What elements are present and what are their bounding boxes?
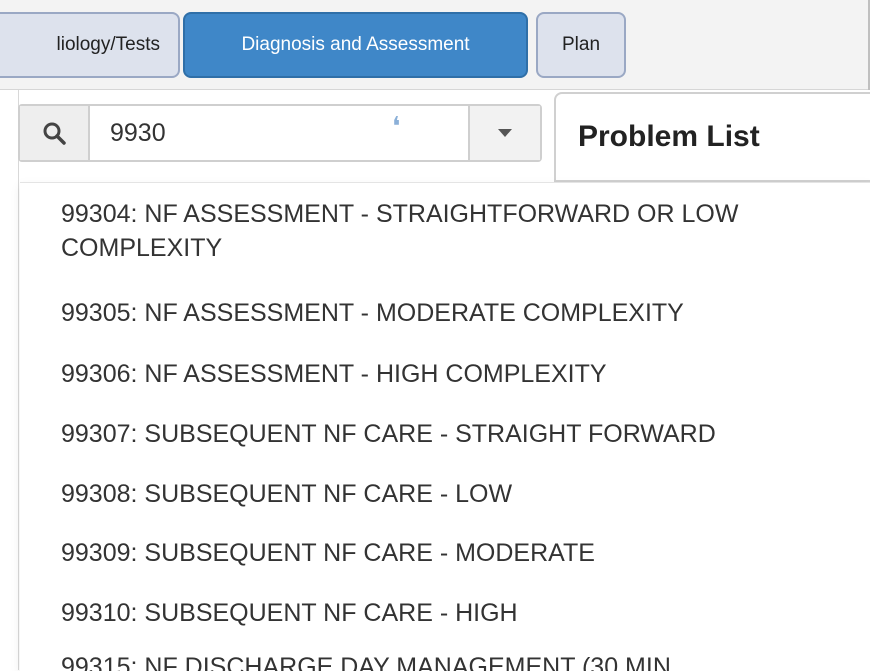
tab-diagnosis-and-assessment[interactable]: Diagnosis and Assessment [183,12,528,78]
tab-radiology-tests[interactable]: liology/Tests [0,12,180,78]
tab-bar: liology/Tests Diagnosis and Assessment P… [0,0,870,90]
tab-plan[interactable]: Plan [536,12,626,78]
result-item[interactable]: 99306: NF ASSESSMENT - HIGH COMPLEXITY [61,357,607,391]
result-item[interactable]: 99308: SUBSEQUENT NF CARE - LOW [61,477,512,511]
search-icon[interactable] [20,106,90,160]
result-item[interactable]: 99315: NF DISCHARGE DAY MANAGEMENT (30 M… [61,650,671,671]
problem-list-panel: Problem List [554,92,870,182]
result-item[interactable]: 99307: SUBSEQUENT NF CARE - STRAIGHT FOR… [61,417,716,451]
search-input[interactable] [90,106,468,160]
result-item[interactable]: 99305: NF ASSESSMENT - MODERATE COMPLEXI… [61,296,684,330]
result-item[interactable]: 99304: NF ASSESSMENT - STRAIGHTFORWARD O… [61,197,851,265]
result-item[interactable]: 99309: SUBSEQUENT NF CARE - MODERATE [61,536,595,570]
dropdown-toggle-button[interactable] [468,106,540,160]
code-search-combobox[interactable]: ❛ [18,104,542,162]
result-item[interactable]: 99310: SUBSEQUENT NF CARE - HIGH [61,596,518,630]
chevron-down-icon [498,129,512,137]
spinner-icon: ❛ [392,112,401,142]
search-results-dropdown: 99304: NF ASSESSMENT - STRAIGHTFORWARD O… [20,182,870,671]
panel-divider [18,90,19,670]
problem-list-title: Problem List [578,120,760,153]
